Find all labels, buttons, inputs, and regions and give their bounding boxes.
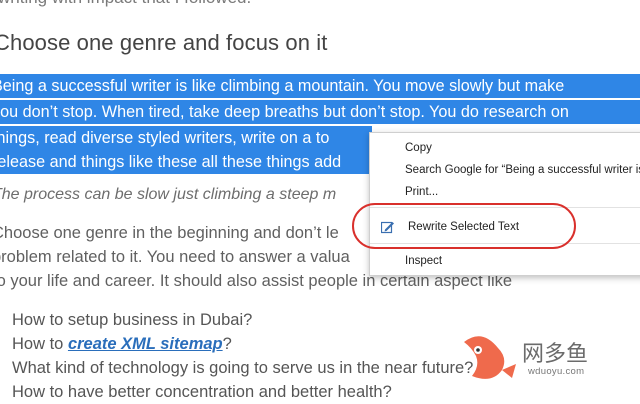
selected-line[interactable]: release and things like these all these … bbox=[0, 150, 372, 174]
section-heading: Choose one genre and focus on it bbox=[0, 30, 328, 55]
list-item-text: ? bbox=[222, 335, 232, 353]
sitemap-link[interactable]: create XML sitemap bbox=[68, 335, 223, 353]
italic-quote: The process can be slow just climbing a … bbox=[0, 186, 337, 203]
menu-item-print[interactable]: Print... bbox=[370, 181, 640, 203]
highlight-oval bbox=[352, 203, 576, 249]
question-list: How to setup business in Dubai? How to c… bbox=[12, 308, 473, 404]
menu-item-inspect[interactable]: Inspect bbox=[370, 250, 640, 272]
selected-line[interactable]: things, read diverse styled writers, wri… bbox=[0, 126, 372, 150]
menu-item-search-google[interactable]: Search Google for “Being a successful wr… bbox=[370, 159, 640, 181]
list-item: How to create XML sitemap? bbox=[12, 332, 473, 356]
fish-logo-icon bbox=[464, 336, 516, 379]
list-item: What kind of technology is going to serv… bbox=[12, 359, 474, 377]
list-item: How to setup business in Dubai? bbox=[12, 311, 253, 329]
watermark-domain: wduoyu.com bbox=[528, 366, 585, 377]
list-item: How to have better concentration and bet… bbox=[12, 383, 392, 401]
article-top-line: writing with impact that I followed. bbox=[0, 0, 251, 8]
watermark: 网多鱼 wduoyu.com bbox=[458, 326, 618, 386]
menu-item-copy[interactable]: Copy bbox=[370, 137, 640, 159]
selected-line[interactable]: you don’t stop. When tired, take deep br… bbox=[0, 100, 640, 124]
list-item-text: How to bbox=[12, 335, 68, 353]
selected-line[interactable]: Being a successful writer is like climbi… bbox=[0, 74, 640, 98]
watermark-name: 网多鱼 bbox=[522, 342, 589, 367]
